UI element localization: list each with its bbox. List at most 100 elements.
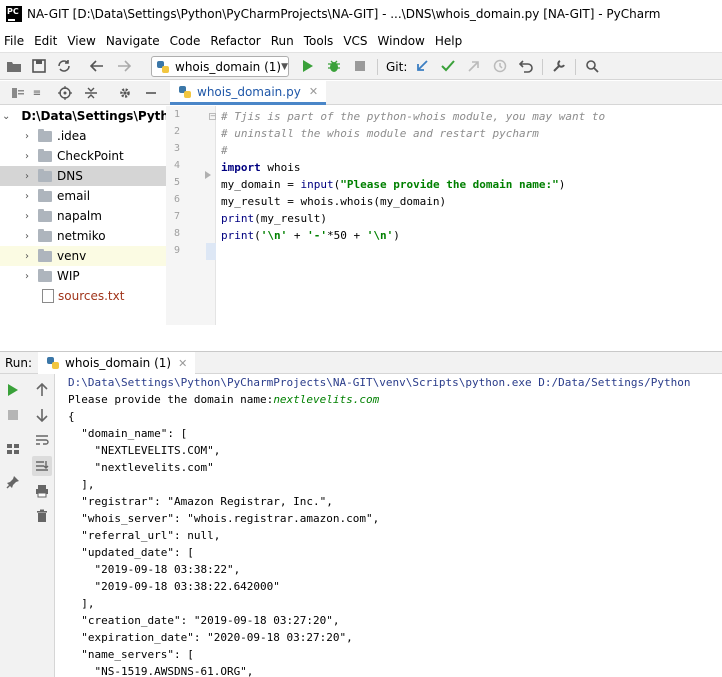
history-clock-icon[interactable] (492, 58, 508, 74)
rerun-icon[interactable] (5, 382, 21, 398)
console-line: "NS-1519.AWSDNS-61.ORG", (68, 665, 254, 677)
chevron-right-icon[interactable]: › (20, 151, 34, 162)
menu-file[interactable]: File (4, 34, 24, 48)
tree-item-wip[interactable]: › WIP (0, 266, 166, 286)
line-number: 2 (173, 126, 180, 137)
menu-navigate[interactable]: Navigate (106, 34, 160, 48)
folder-icon (38, 208, 52, 222)
chevron-right-icon[interactable]: › (20, 251, 34, 262)
sync-icon[interactable] (56, 58, 72, 74)
menu-window[interactable]: Window (378, 34, 425, 48)
console-line: "nextlevelits.com" (68, 461, 214, 474)
folder-icon (38, 148, 52, 162)
menu-vcs[interactable]: VCS (343, 34, 367, 48)
console-line-prompt: Please provide the domain name:nextlevel… (68, 391, 379, 408)
run-tool-window-header: Run: whois_domain (1) ✕ (0, 351, 722, 374)
line-number: 1 (173, 109, 180, 120)
pin-icon[interactable] (5, 474, 21, 490)
collapse-all-icon[interactable] (83, 85, 99, 101)
run-gutter-arrow-icon[interactable] (205, 171, 211, 179)
wrench-settings-icon[interactable] (551, 58, 567, 74)
tree-item-label: WIP (57, 269, 80, 283)
window-title: NA-GIT [D:\Data\Settings\Python\PyCharmP… (27, 7, 661, 21)
git-commit-check-icon[interactable] (440, 58, 456, 74)
locate-target-icon[interactable] (57, 85, 73, 101)
gear-icon[interactable] (117, 85, 133, 101)
forward-arrow-icon[interactable] (116, 58, 132, 74)
chevron-right-icon[interactable]: › (20, 131, 34, 142)
console-line: "domain_name": [ (68, 427, 188, 440)
project-view-icon[interactable] (10, 85, 26, 101)
down-arrow-icon[interactable] (34, 407, 50, 423)
git-update-icon[interactable] (414, 58, 430, 74)
console-prompt-text: Please provide the domain name: (68, 393, 274, 406)
fold-minus-icon[interactable]: − (209, 113, 216, 120)
line-number: 8 (173, 228, 180, 239)
tree-item-napalm[interactable]: › napalm (0, 206, 166, 226)
console-line: "name_servers": [ (68, 648, 194, 661)
run-tab-whois-domain[interactable]: whois_domain (1) ✕ (38, 352, 196, 374)
back-arrow-icon[interactable] (89, 58, 105, 74)
menu-bar: File Edit View Navigate Code Refactor Ru… (0, 31, 722, 51)
toolbar-divider (377, 59, 378, 75)
line-number: 5 (173, 177, 180, 188)
tree-item-checkpoint[interactable]: › CheckPoint (0, 146, 166, 166)
menu-edit[interactable]: Edit (34, 34, 57, 48)
console-line: D:\Data\Settings\Python\PyCharmProjects\… (68, 376, 691, 389)
close-icon[interactable]: ✕ (178, 357, 187, 370)
chevron-right-icon[interactable]: › (20, 191, 34, 202)
run-console-output[interactable]: D:\Data\Settings\Python\PyCharmProjects\… (56, 374, 722, 677)
menu-view[interactable]: View (67, 34, 95, 48)
rollback-icon[interactable] (518, 58, 534, 74)
save-icon[interactable] (31, 58, 47, 74)
stop-icon[interactable] (5, 407, 21, 423)
menu-refactor[interactable]: Refactor (210, 34, 260, 48)
tree-item-netmiko[interactable]: › netmiko (0, 226, 166, 246)
folder-icon (38, 248, 52, 262)
menu-code[interactable]: Code (170, 34, 201, 48)
tree-item-sources-txt[interactable]: sources.txt (0, 286, 166, 306)
toolbar-divider (575, 59, 576, 75)
scroll-to-end-icon[interactable] (32, 456, 52, 476)
chevron-down-icon[interactable]: ⌄ (2, 111, 10, 122)
tree-item-idea[interactable]: › .idea (0, 126, 166, 146)
console-line: "updated_date": [ (68, 546, 194, 559)
hide-minus-icon[interactable] (143, 85, 159, 101)
folder-icon (38, 128, 52, 142)
soft-wrap-icon[interactable] (34, 432, 50, 448)
code-editor[interactable]: # Tjis is part of the python-whois modul… (216, 106, 722, 325)
console-line: "registrar": "Amazon Registrar, Inc.", (68, 495, 333, 508)
trash-icon[interactable] (34, 508, 50, 524)
close-icon[interactable]: ✕ (309, 85, 318, 98)
menu-tools[interactable]: Tools (304, 34, 334, 48)
code-line-6: my_result = whois.whois(my_domain) (221, 195, 447, 208)
chevron-right-icon[interactable]: › (20, 171, 34, 182)
chevron-right-icon[interactable]: › (20, 271, 34, 282)
menu-help[interactable]: Help (435, 34, 462, 48)
open-folder-icon[interactable] (6, 58, 22, 74)
search-icon[interactable] (584, 58, 600, 74)
collapse-hint-icon: ≡ (32, 87, 42, 99)
console-user-input: nextlevelits.com (273, 393, 380, 406)
up-arrow-icon[interactable] (34, 382, 50, 398)
chevron-right-icon[interactable]: › (20, 231, 34, 242)
debug-icon[interactable] (326, 58, 342, 74)
tree-root-item[interactable]: ⌄ D:\Data\Settings\Pytho (0, 106, 166, 126)
code-line-3: # (221, 144, 228, 157)
run-configuration-select[interactable]: whois_domain (1) ▼ (151, 56, 289, 77)
pycharm-logo-icon: PC (6, 6, 22, 22)
tree-item-email[interactable]: › email (0, 186, 166, 206)
layout-icon[interactable] (5, 441, 21, 457)
code-line-5: my_domain = input("Please provide the do… (221, 178, 566, 191)
git-push-icon[interactable] (466, 58, 482, 74)
stop-icon[interactable] (352, 58, 368, 74)
tree-item-venv[interactable]: › venv (0, 246, 166, 266)
print-icon[interactable] (34, 483, 50, 499)
run-icon[interactable] (300, 58, 316, 74)
editor-tab-whois-domain[interactable]: whois_domain.py ✕ (170, 81, 327, 105)
console-line: "2019-09-18 03:38:22", (68, 563, 241, 576)
chevron-right-icon[interactable]: › (20, 211, 34, 222)
tree-item-dns[interactable]: › DNS (0, 166, 166, 186)
menu-run[interactable]: Run (271, 34, 294, 48)
run-sidebar-left (0, 374, 30, 677)
